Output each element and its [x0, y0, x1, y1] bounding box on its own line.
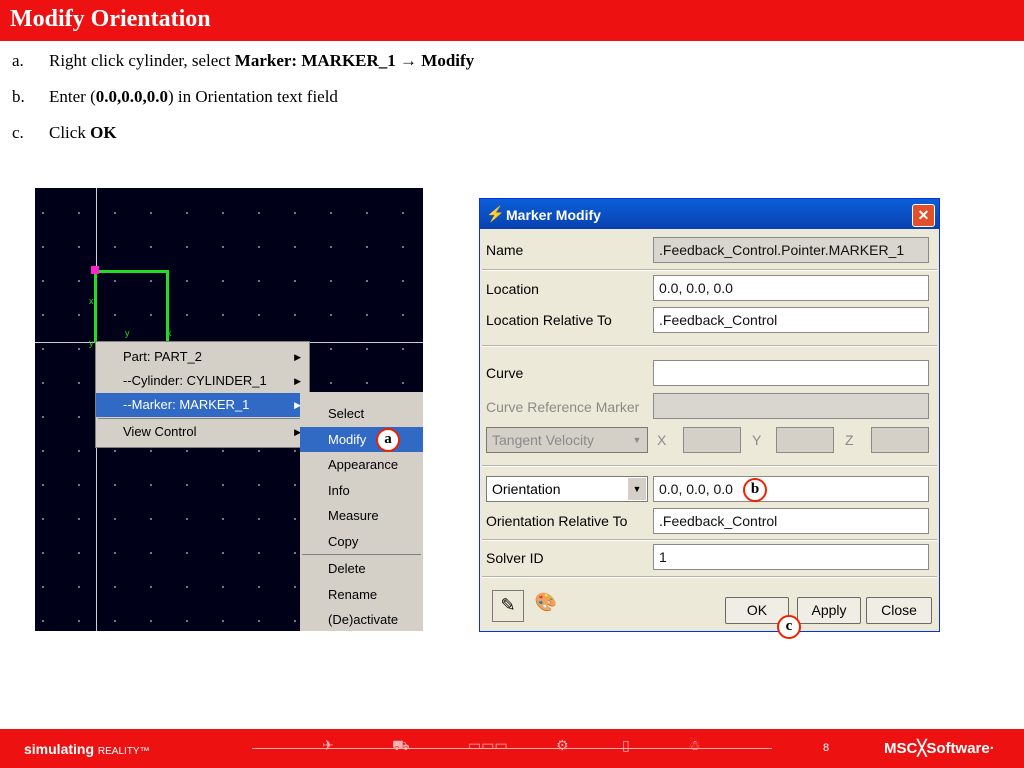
- palette-icon[interactable]: 🎨: [531, 588, 561, 618]
- y-label: Y: [752, 432, 762, 448]
- dialog-titlebar[interactable]: ⚡ Marker Modify ✕: [480, 199, 939, 229]
- menu-item-cylinder[interactable]: --Cylinder: CYLINDER_1 ▶: [96, 369, 309, 393]
- footer-bar: simulating REALITY™ ✈ ⛟ ▭▭▭ ⚙ ▯ ☃ 8 MSC╳…: [0, 729, 1024, 768]
- callout-a: a: [376, 428, 400, 452]
- train-icon: ▭▭▭: [468, 738, 508, 754]
- apply-button[interactable]: Apply: [797, 597, 861, 624]
- z-field: [871, 427, 929, 453]
- step-letter: a.: [12, 51, 24, 70]
- submenu-item-rename[interactable]: Rename: [300, 582, 423, 607]
- orientation-relative-label: Orientation Relative To: [486, 513, 628, 529]
- submenu-item-modify[interactable]: Modify: [300, 427, 423, 452]
- model-viewport[interactable]: x y y x Part: PART_2 ▶ --Cylinder: CYLIND…: [35, 188, 423, 631]
- curve-field[interactable]: [653, 360, 929, 386]
- location-relative-label: Location Relative To: [486, 312, 612, 328]
- dialog-separator: [482, 539, 937, 541]
- curve-label: Curve: [486, 365, 524, 381]
- menu-item-view-control[interactable]: View Control ▶: [96, 420, 309, 444]
- phone-icon: ▯: [622, 738, 630, 754]
- slide-title: Modify Orientation: [10, 6, 211, 32]
- submenu-item-appearance[interactable]: Appearance: [300, 452, 423, 477]
- axis-label: x: [89, 296, 94, 306]
- menu-item-part[interactable]: Part: PART_2 ▶: [96, 345, 309, 369]
- step-text: Click OK: [49, 123, 117, 142]
- marker-submenu: Select Modify Appearance Info Measure Co…: [300, 392, 423, 631]
- submenu-item-copy[interactable]: Copy: [300, 529, 423, 554]
- step-letter: b.: [12, 87, 25, 106]
- airplane-icon: ✈: [322, 738, 334, 754]
- z-label: Z: [845, 432, 854, 448]
- menu-separator: [98, 418, 307, 419]
- submenu-item-select[interactable]: Select: [300, 401, 423, 426]
- close-icon[interactable]: ✕: [912, 204, 935, 227]
- marker-icon: ⚡: [486, 206, 505, 223]
- page-number: 8: [823, 742, 830, 754]
- dialog-separator: [482, 269, 937, 271]
- chevron-down-icon: ▼: [628, 478, 646, 500]
- x-label: X: [657, 432, 667, 448]
- msc-software-logo: MSC╳Software·: [884, 740, 995, 757]
- chevron-down-icon: ▼: [628, 429, 646, 451]
- step-text: Right click cylinder, select Marker: MAR…: [49, 51, 475, 70]
- person-icon: ☃: [688, 738, 701, 754]
- axis-label: y: [125, 328, 130, 338]
- dialog-separator: [482, 576, 937, 578]
- dialog-title: Marker Modify: [506, 207, 601, 223]
- cylinder-edge[interactable]: [94, 270, 97, 343]
- orientation-field[interactable]: 0.0, 0.0, 0.0: [653, 476, 929, 502]
- title-bar: Modify Orientation: [0, 0, 1024, 41]
- curve-reference-label: Curve Reference Marker: [486, 399, 640, 415]
- marker-handle[interactable]: [91, 266, 99, 274]
- submenu-arrow-icon: ▶: [294, 352, 301, 362]
- callout-b: b: [743, 478, 767, 502]
- name-label: Name: [486, 242, 524, 258]
- submenu-item-delete[interactable]: Delete: [300, 556, 423, 581]
- axis-label: y: [89, 338, 94, 348]
- step-letter: c.: [12, 123, 24, 142]
- callout-c: c: [777, 615, 801, 639]
- location-field[interactable]: 0.0, 0.0, 0.0: [653, 275, 929, 301]
- x-field: [683, 427, 741, 453]
- edit-icon[interactable]: ✎: [492, 590, 524, 622]
- marker-modify-dialog: ⚡ Marker Modify ✕ Name .Feedback_Control…: [479, 198, 940, 632]
- submenu-arrow-icon: ▶: [294, 376, 301, 386]
- curve-reference-field: [653, 393, 929, 419]
- submenu-item-deactivate[interactable]: (De)activate: [300, 607, 423, 631]
- gear-icon: ⚙: [556, 738, 569, 754]
- menu-separator: [302, 554, 421, 555]
- tangent-velocity-select: Tangent Velocity ▼: [486, 427, 648, 453]
- name-field[interactable]: .Feedback_Control.Pointer.MARKER_1: [653, 237, 929, 263]
- close-button[interactable]: Close: [866, 597, 932, 624]
- footer-brand: simulating REALITY™: [24, 741, 150, 757]
- axis-label: x: [167, 328, 172, 338]
- orientation-select[interactable]: Orientation ▼: [486, 476, 648, 502]
- car-icon: ⛟: [392, 738, 410, 754]
- location-relative-field[interactable]: .Feedback_Control: [653, 307, 929, 333]
- submenu-item-measure[interactable]: Measure: [300, 503, 423, 528]
- y-field: [776, 427, 834, 453]
- location-label: Location: [486, 281, 539, 297]
- dialog-separator: [482, 465, 937, 467]
- orientation-relative-field[interactable]: .Feedback_Control: [653, 508, 929, 534]
- solver-id-field[interactable]: 1: [653, 544, 929, 570]
- menu-item-marker[interactable]: --Marker: MARKER_1 ▶: [96, 393, 309, 417]
- cylinder-edge[interactable]: [94, 270, 169, 273]
- step-text: Enter (0.0,0.0,0.0) in Orientation text …: [49, 87, 338, 106]
- context-menu: Part: PART_2 ▶ --Cylinder: CYLINDER_1 ▶ --…: [95, 341, 310, 448]
- solver-id-label: Solver ID: [486, 550, 544, 566]
- dialog-separator: [482, 345, 937, 347]
- submenu-item-info[interactable]: Info: [300, 478, 423, 503]
